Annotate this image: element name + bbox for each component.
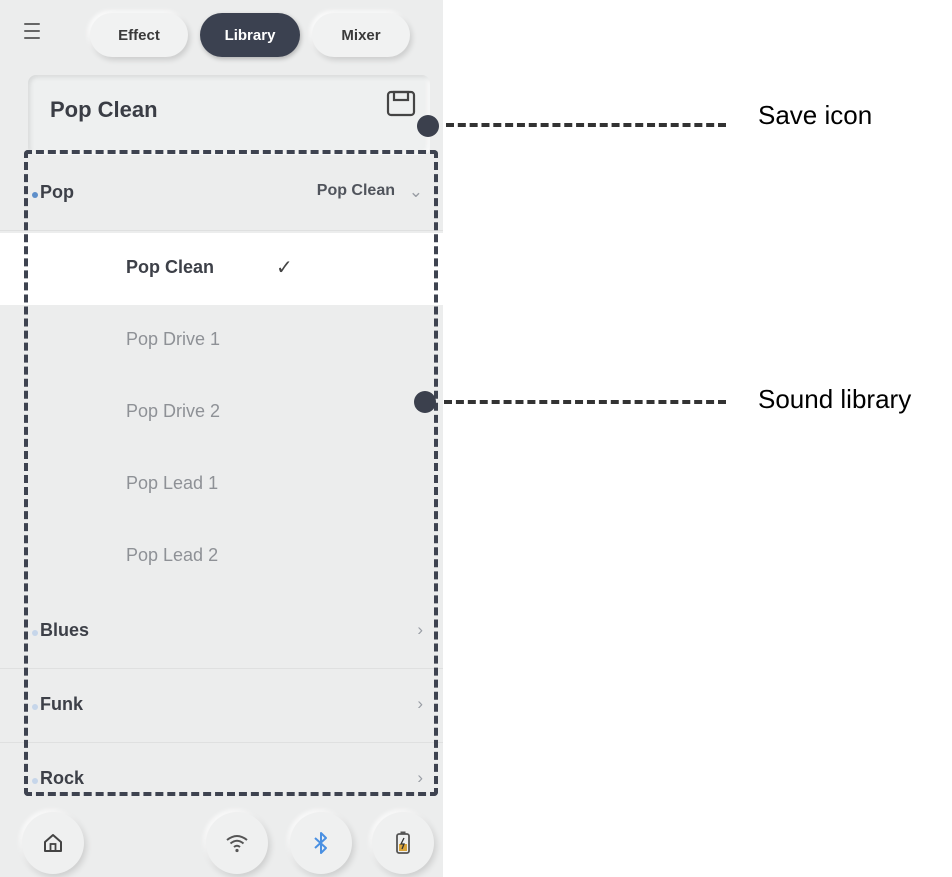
- chevron-right-icon: ›: [417, 620, 423, 639]
- library-callout-dot: [414, 391, 436, 413]
- app-panel: Effect Library Mixer Pop Clean Pop Pop C…: [0, 0, 443, 877]
- preset-name-field: Pop Clean: [28, 75, 430, 155]
- save-icon[interactable]: [386, 90, 416, 117]
- tab-effect[interactable]: Effect: [90, 13, 188, 57]
- wifi-button[interactable]: [206, 812, 268, 874]
- category-label: Funk: [40, 694, 83, 714]
- category-selected-value: Pop Clean: [316, 182, 395, 199]
- category-funk[interactable]: Funk ›: [0, 670, 443, 743]
- checkmark-icon: ✓: [276, 257, 293, 279]
- category-rock[interactable]: Rock ›: [0, 744, 443, 816]
- bluetooth-icon: [314, 832, 327, 854]
- preset-name: Pop Clean: [50, 97, 158, 122]
- tab-library[interactable]: Library: [200, 13, 300, 57]
- category-pop[interactable]: Pop Pop Clean ⌄: [0, 158, 443, 231]
- category-dot: [32, 192, 38, 198]
- preset-item-label: Pop Clean: [126, 257, 215, 277]
- category-blues[interactable]: Blues ›: [0, 596, 443, 669]
- library-callout-line: [444, 400, 726, 404]
- chevron-right-icon: ›: [417, 768, 423, 787]
- category-label: Blues: [40, 620, 90, 640]
- sound-library-callout-label: Sound library: [758, 384, 912, 414]
- preset-item-pop-lead-2[interactable]: Pop Lead 2: [0, 521, 443, 593]
- preset-item-pop-drive-2[interactable]: Pop Drive 2: [0, 377, 443, 449]
- battery-icon: [396, 831, 410, 854]
- save-callout-line: [446, 123, 726, 127]
- category-label: Rock: [40, 768, 85, 788]
- tab-mixer[interactable]: Mixer: [312, 13, 410, 57]
- preset-item-pop-clean[interactable]: Pop Clean ✓: [0, 233, 443, 305]
- chevron-down-icon: ⌄: [408, 182, 423, 201]
- chevron-right-icon: ›: [417, 694, 423, 713]
- preset-item-pop-lead-1[interactable]: Pop Lead 1: [0, 449, 443, 521]
- category-dot: [32, 630, 38, 636]
- category-label: Pop: [40, 182, 74, 202]
- preset-item-pop-drive-1[interactable]: Pop Drive 1: [0, 305, 443, 377]
- save-icon-callout-label: Save icon: [758, 100, 873, 130]
- save-callout-dot: [417, 115, 439, 137]
- battery-button[interactable]: [372, 812, 434, 874]
- category-dot: [32, 704, 38, 710]
- preset-item-label: Pop Drive 2: [126, 401, 221, 421]
- preset-item-label: Pop Drive 1: [126, 329, 221, 349]
- home-button[interactable]: [22, 812, 84, 874]
- preset-item-label: Pop Lead 1: [126, 473, 219, 493]
- category-dot: [32, 778, 38, 784]
- preset-item-label: Pop Lead 2: [126, 545, 219, 565]
- wifi-icon: [226, 835, 248, 853]
- bluetooth-button[interactable]: [290, 812, 352, 874]
- home-icon: [44, 834, 62, 852]
- menu-icon[interactable]: [20, 18, 50, 46]
